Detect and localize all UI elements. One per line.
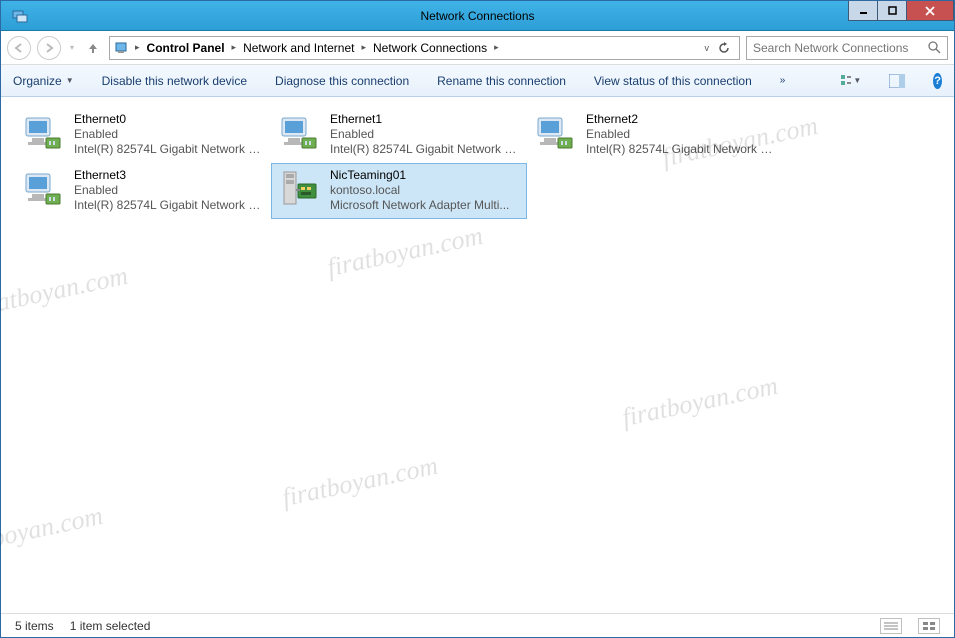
up-button[interactable] [83,38,103,58]
search-icon[interactable] [928,41,941,54]
network-connection-item[interactable]: Ethernet1EnabledIntel(R) 82574L Gigabit … [271,107,527,163]
maximize-button[interactable] [877,1,907,21]
connection-name: Ethernet1 [330,112,520,127]
connection-device: Intel(R) 82574L Gigabit Network C... [74,142,264,157]
rename-button[interactable]: Rename this connection [437,74,566,88]
nic-icon [22,168,64,210]
help-button[interactable]: ? [933,73,942,89]
chevron-down-icon: ▼ [66,76,74,85]
titlebar: Network Connections [1,1,954,31]
more-commands-button[interactable]: » [780,75,786,86]
chevron-right-icon: ▸ [229,42,240,53]
content-area[interactable]: Ethernet0EnabledIntel(R) 82574L Gigabit … [1,97,954,613]
connection-device: Microsoft Network Adapter Multi... [330,198,509,213]
history-dropdown[interactable]: ▾ [67,36,77,60]
network-connection-item[interactable]: Ethernet0EnabledIntel(R) 82574L Gigabit … [15,107,271,163]
connection-status: Enabled [74,127,264,142]
nic-team-icon [278,168,320,210]
app-icon [9,5,31,27]
search-input[interactable] [753,41,928,55]
nic-icon [534,112,576,154]
item-count: 5 items [15,619,54,633]
network-item-labels: Ethernet0EnabledIntel(R) 82574L Gigabit … [74,112,264,157]
dropdown-icon[interactable]: v [705,43,710,53]
preview-pane-button[interactable] [889,72,905,90]
network-connection-item[interactable]: Ethernet3EnabledIntel(R) 82574L Gigabit … [15,163,271,219]
network-connection-item[interactable]: Ethernet2EnabledIntel(R) 82574L Gigabit … [527,107,783,163]
breadcrumb-bar[interactable]: ▸ Control Panel ▸ Network and Internet ▸… [109,36,740,60]
watermark: firatboyan.com [0,261,131,323]
breadcrumb-leaf[interactable]: Network Connections [371,41,489,55]
breadcrumb-root[interactable]: Control Panel [145,41,227,55]
selection-count: 1 item selected [70,619,151,633]
search-field[interactable] [746,36,948,60]
network-item-labels: NicTeaming01kontoso.localMicrosoft Netwo… [330,168,509,213]
details-view-toggle[interactable] [880,618,902,634]
network-connection-item[interactable]: NicTeaming01kontoso.localMicrosoft Netwo… [271,163,527,219]
watermark: firatboyan.com [620,371,781,433]
network-item-labels: Ethernet2EnabledIntel(R) 82574L Gigabit … [586,112,776,157]
control-panel-icon [114,40,130,56]
window-title: Network Connections [420,9,534,23]
connection-status: kontoso.local [330,183,509,198]
items-grid: Ethernet0EnabledIntel(R) 82574L Gigabit … [15,107,940,219]
chevron-right-icon: ▸ [132,42,143,53]
watermark: firatboyan.com [280,451,441,513]
diagnose-button[interactable]: Diagnose this connection [275,74,409,88]
command-bar: Organize▼ Disable this network device Di… [1,65,954,97]
back-button[interactable] [7,36,31,60]
breadcrumb-mid[interactable]: Network and Internet [241,41,356,55]
connection-device: Intel(R) 82574L Gigabit Network C... [330,142,520,157]
close-button[interactable] [906,1,954,21]
view-status-button[interactable]: View status of this connection [594,74,752,88]
nic-icon [278,112,320,154]
window-controls [849,1,954,21]
chevron-down-icon: ▼ [853,76,861,85]
address-bar: ▾ ▸ Control Panel ▸ Network and Internet… [1,31,954,65]
status-bar: 5 items 1 item selected [1,613,954,637]
connection-status: Enabled [330,127,520,142]
connection-status: Enabled [586,127,776,142]
connection-device: Intel(R) 82574L Gigabit Network C... [74,198,264,213]
connection-name: Ethernet3 [74,168,264,183]
connection-name: NicTeaming01 [330,168,509,183]
connection-status: Enabled [74,183,264,198]
forward-button[interactable] [37,36,61,60]
icons-view-toggle[interactable] [918,618,940,634]
minimize-button[interactable] [848,1,878,21]
watermark: firatboyan.com [325,221,486,283]
organize-menu[interactable]: Organize▼ [13,74,74,88]
nic-icon [22,112,64,154]
change-view-button[interactable]: ▼ [841,72,861,90]
chevron-right-icon: ▸ [358,42,369,53]
connection-name: Ethernet2 [586,112,776,127]
refresh-button[interactable] [717,41,731,55]
watermark: firatboyan.com [0,501,106,563]
disable-device-button[interactable]: Disable this network device [102,74,247,88]
network-item-labels: Ethernet3EnabledIntel(R) 82574L Gigabit … [74,168,264,213]
connection-name: Ethernet0 [74,112,264,127]
chevron-right-icon: ▸ [491,42,502,53]
connection-device: Intel(R) 82574L Gigabit Network C... [586,142,776,157]
network-item-labels: Ethernet1EnabledIntel(R) 82574L Gigabit … [330,112,520,157]
